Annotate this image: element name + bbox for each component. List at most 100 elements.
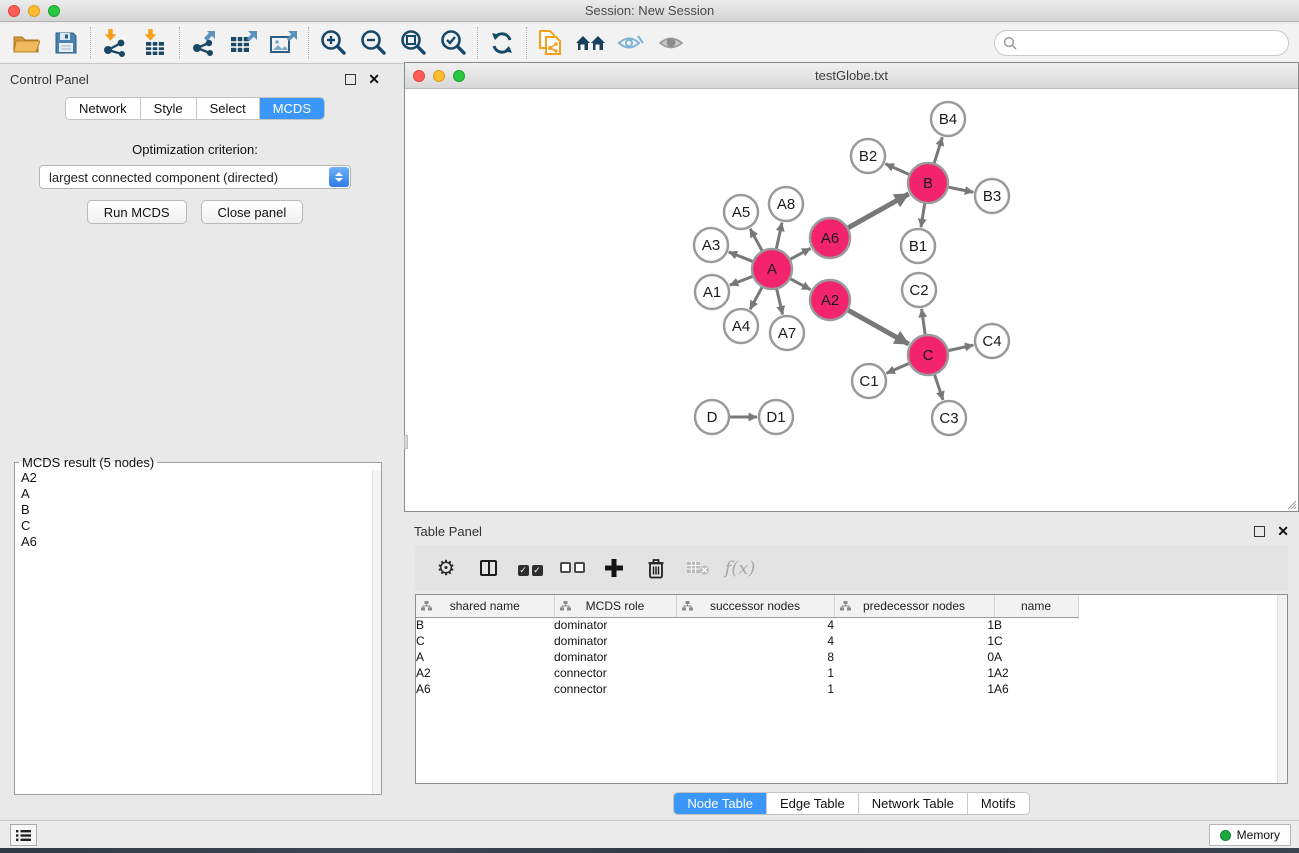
- splitter-handle[interactable]: [404, 435, 408, 449]
- table-cell[interactable]: dominator: [554, 633, 676, 649]
- column-header-MCDS-role[interactable]: MCDS role: [554, 595, 676, 617]
- table-cell[interactable]: A: [994, 649, 1078, 665]
- close-table-panel-icon[interactable]: ✕: [1277, 526, 1289, 537]
- float-panel-icon[interactable]: [345, 74, 356, 85]
- table-row[interactable]: Adominator80A: [416, 649, 1078, 665]
- graph-edge-C-C3[interactable]: [934, 374, 943, 400]
- graph-node-B4[interactable]: B4: [931, 102, 965, 136]
- graph-node-A1[interactable]: A1: [695, 275, 729, 309]
- search-input[interactable]: [994, 30, 1289, 56]
- tab-select[interactable]: Select: [197, 98, 260, 119]
- delete-table-button[interactable]: [681, 551, 715, 585]
- mcds-result-list[interactable]: A2ABCA6: [15, 470, 381, 794]
- import-network-button[interactable]: [95, 25, 135, 61]
- resize-grip-icon[interactable]: [1285, 498, 1297, 510]
- table-row[interactable]: Bdominator41B: [416, 617, 1078, 633]
- graph-edge-C-C2[interactable]: [922, 309, 926, 335]
- minimize-window-button[interactable]: [28, 5, 40, 17]
- graph-node-B[interactable]: B: [908, 163, 948, 203]
- close-panel-icon[interactable]: ✕: [368, 74, 380, 85]
- result-item[interactable]: B: [15, 502, 381, 518]
- table-cell[interactable]: 8: [676, 649, 834, 665]
- zoom-out-button[interactable]: [353, 25, 393, 61]
- task-history-button[interactable]: [10, 824, 37, 846]
- graph-edge-B-B2[interactable]: [885, 164, 909, 175]
- network-graph[interactable]: AA1A2A3A4A5A6A7A8BB1B2B3B4CC1C2C3C4DD1: [405, 89, 1298, 510]
- float-table-panel-icon[interactable]: [1254, 526, 1265, 537]
- tab-node-table[interactable]: Node Table: [674, 793, 767, 814]
- tab-edge-table[interactable]: Edge Table: [767, 793, 859, 814]
- network-window-titlebar[interactable]: testGlobe.txt: [405, 63, 1298, 89]
- graph-node-A7[interactable]: A7: [770, 316, 804, 350]
- graph-node-D1[interactable]: D1: [759, 400, 793, 434]
- graph-node-C[interactable]: C: [908, 335, 948, 375]
- deselect-all-button[interactable]: [555, 551, 589, 585]
- graph-edge-B-B3[interactable]: [948, 187, 974, 192]
- graph-node-A2[interactable]: A2: [810, 280, 850, 320]
- column-header-shared-name[interactable]: shared name: [416, 595, 554, 617]
- table-cell[interactable]: A6: [994, 681, 1078, 697]
- delete-column-button[interactable]: [639, 551, 673, 585]
- table-cell[interactable]: B: [416, 617, 554, 633]
- table-cell[interactable]: 1: [834, 617, 994, 633]
- table-cell[interactable]: A6: [416, 681, 554, 697]
- open-file-button[interactable]: [6, 25, 46, 61]
- graph-edge-A-A3[interactable]: [729, 252, 754, 262]
- table-cell[interactable]: A2: [994, 665, 1078, 681]
- table-cell[interactable]: 1: [834, 665, 994, 681]
- graph-edge-A-A7[interactable]: [777, 288, 783, 314]
- close-network-button[interactable]: [413, 70, 425, 82]
- table-settings-button[interactable]: ⚙: [429, 551, 463, 585]
- zoom-in-button[interactable]: [313, 25, 353, 61]
- save-session-button[interactable]: [46, 25, 86, 61]
- table-cell[interactable]: A2: [416, 665, 554, 681]
- table-row[interactable]: Cdominator41C: [416, 633, 1078, 649]
- table-cell[interactable]: 1: [834, 633, 994, 649]
- graph-node-C2[interactable]: C2: [902, 273, 936, 307]
- graph-node-D[interactable]: D: [695, 400, 729, 434]
- graph-edge-C-C4[interactable]: [948, 345, 974, 351]
- column-header-name[interactable]: name: [994, 595, 1078, 617]
- graph-edge-A6-B[interactable]: [847, 194, 908, 228]
- first-neighbors-button[interactable]: [571, 25, 611, 61]
- graph-node-A6[interactable]: A6: [810, 218, 850, 258]
- graph-edge-A-A2[interactable]: [790, 278, 811, 289]
- result-scrollbar[interactable]: [372, 470, 381, 794]
- table-cell[interactable]: 1: [676, 681, 834, 697]
- close-panel-button[interactable]: Close panel: [201, 200, 304, 224]
- table-cell[interactable]: 1: [676, 665, 834, 681]
- table-cell[interactable]: connector: [554, 665, 676, 681]
- table-cell[interactable]: dominator: [554, 649, 676, 665]
- table-row[interactable]: A2connector11A2: [416, 665, 1078, 681]
- table-cell[interactable]: 0: [834, 649, 994, 665]
- optimization-criterion-dropdown[interactable]: largest connected component (directed): [39, 165, 351, 189]
- table-cell[interactable]: dominator: [554, 617, 676, 633]
- table-cell[interactable]: C: [416, 633, 554, 649]
- graph-node-C3[interactable]: C3: [932, 401, 966, 435]
- graph-node-A5[interactable]: A5: [724, 195, 758, 229]
- graph-node-C4[interactable]: C4: [975, 324, 1009, 358]
- graph-node-B1[interactable]: B1: [901, 229, 935, 263]
- tab-style[interactable]: Style: [141, 98, 197, 119]
- zoom-selected-button[interactable]: [433, 25, 473, 61]
- export-table-button[interactable]: [224, 25, 264, 61]
- graph-node-A8[interactable]: A8: [769, 187, 803, 221]
- hide-selected-button[interactable]: [611, 25, 651, 61]
- close-window-button[interactable]: [8, 5, 20, 17]
- table-scrollbar[interactable]: [1277, 595, 1287, 783]
- graph-edge-A-A6[interactable]: [790, 248, 811, 259]
- clone-network-button[interactable]: [531, 25, 571, 61]
- tab-network-table[interactable]: Network Table: [859, 793, 968, 814]
- table-cell[interactable]: B: [994, 617, 1078, 633]
- memory-button[interactable]: Memory: [1209, 824, 1291, 846]
- tab-motifs[interactable]: Motifs: [968, 793, 1029, 814]
- graph-edge-A2-C[interactable]: [847, 310, 908, 344]
- result-item[interactable]: A: [15, 486, 381, 502]
- graph-node-B3[interactable]: B3: [975, 179, 1009, 213]
- table-cell[interactable]: C: [994, 633, 1078, 649]
- graph-node-A[interactable]: A: [752, 249, 792, 289]
- tab-network[interactable]: Network: [66, 98, 141, 119]
- create-column-button[interactable]: [597, 551, 631, 585]
- graph-edge-A-A8[interactable]: [776, 223, 782, 250]
- export-image-button[interactable]: [264, 25, 304, 61]
